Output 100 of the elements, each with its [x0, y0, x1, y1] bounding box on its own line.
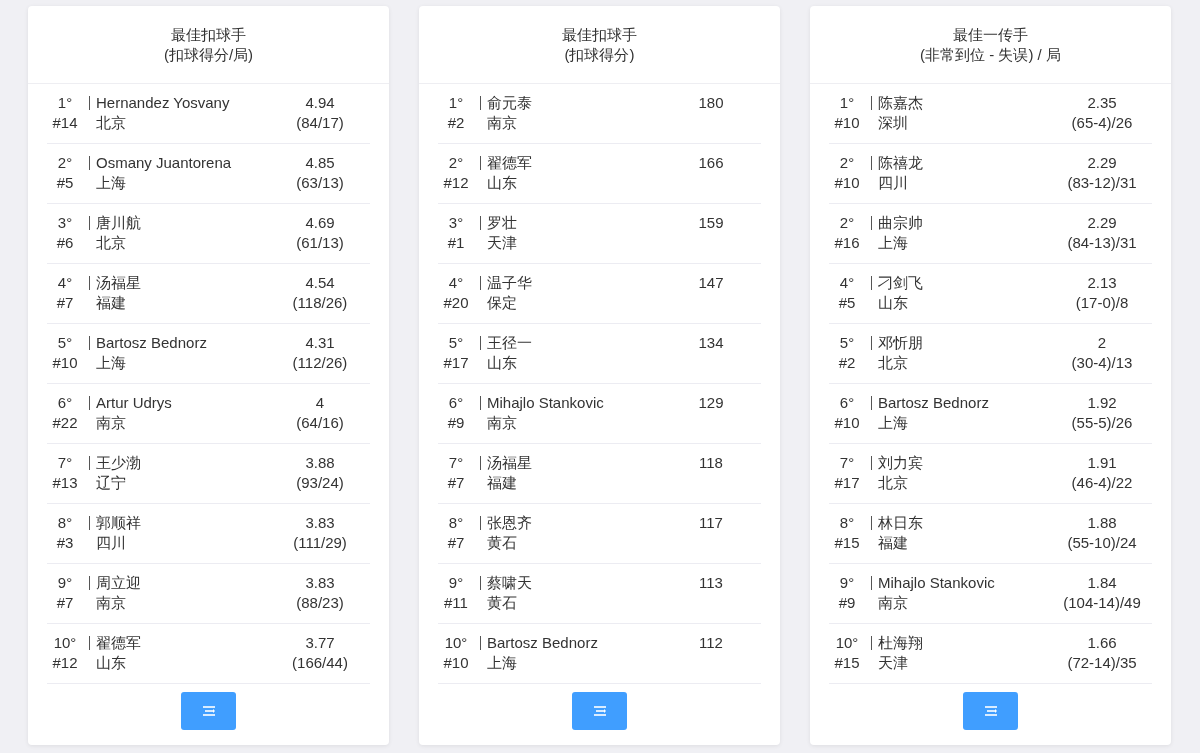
stat-value: 4.94 [304, 93, 336, 113]
list-icon [202, 706, 215, 716]
player-name: 张恩齐 [487, 513, 532, 533]
player-name: 蔡啸天 [487, 573, 532, 593]
jersey-number: #15 [833, 533, 861, 553]
rank-label: 4° [447, 273, 465, 293]
jersey-number: #10 [51, 353, 79, 373]
stat-detail: (111/29) [292, 533, 348, 553]
jersey-number: #12 [442, 173, 470, 193]
stat-detail: (166/44) [291, 653, 349, 673]
stat-value: 3.83 [304, 513, 336, 533]
stat-value: 4.54 [304, 273, 336, 293]
stat-detail: (118/26) [291, 293, 349, 313]
stat-detail: (72-14)/35 [1066, 653, 1138, 673]
stat-value: 2.35 [1086, 93, 1118, 113]
stat-value: 118 [698, 453, 724, 473]
player-name: 罗壮 [487, 213, 517, 233]
rank-label: 5° [447, 333, 465, 353]
jersey-number: #2 [446, 113, 466, 133]
player-name: 唐川航 [96, 213, 141, 233]
player-name: Mihajlo Stankovic [878, 573, 995, 593]
jersey-number: #10 [442, 653, 470, 673]
rank-label: 2° [56, 153, 74, 173]
expand-button[interactable] [963, 692, 1018, 730]
jersey-number: #7 [446, 473, 466, 493]
rank-label: 6° [838, 393, 856, 413]
rank-label: 6° [56, 393, 74, 413]
jersey-number: #11 [443, 593, 469, 613]
rank-label: 1° [56, 93, 74, 113]
jersey-number: #2 [837, 353, 857, 373]
rank-label: 5° [56, 333, 74, 353]
team-name: 天津 [877, 653, 909, 673]
team-name: 南京 [95, 593, 127, 613]
stat-value: 134 [697, 333, 725, 353]
rank-label: 9° [447, 573, 465, 593]
jersey-number: #10 [833, 173, 861, 193]
team-name: 山东 [486, 353, 518, 373]
team-name: 天津 [486, 233, 518, 253]
stat-detail: (30-4)/13 [1070, 353, 1134, 373]
player-name: Artur Udrys [96, 393, 172, 413]
stat-value: 2.13 [1086, 273, 1118, 293]
team-name: 上海 [877, 413, 909, 433]
stat-detail: (55-10)/24 [1066, 533, 1138, 553]
team-name: 南京 [486, 113, 518, 133]
stat-value: 1.88 [1086, 513, 1118, 533]
stat-value: 159 [697, 213, 725, 233]
stat-value: 4.31 [304, 333, 336, 353]
expand-button[interactable] [181, 692, 236, 730]
player-name: 刘力宾 [878, 453, 923, 473]
team-name: 黄石 [486, 533, 518, 553]
team-name: 福建 [877, 533, 909, 553]
player-name: 汤福星 [96, 273, 141, 293]
team-name: 深圳 [877, 113, 909, 133]
team-name: 四川 [95, 533, 127, 553]
stat-detail: (84-13)/31 [1066, 233, 1138, 253]
stat-value: 113 [698, 573, 724, 593]
player-name: 郭顺祥 [96, 513, 141, 533]
rank-label: 4° [838, 273, 856, 293]
stat-detail: (17-0)/8 [1074, 293, 1130, 313]
jersey-number: #13 [51, 473, 79, 493]
jersey-number: #20 [442, 293, 470, 313]
stat-value: 4.69 [304, 213, 336, 233]
rank-label: 6° [447, 393, 465, 413]
player-name: 翟德军 [487, 153, 532, 173]
stat-value: 1.66 [1086, 633, 1118, 653]
player-name: 温子华 [487, 273, 532, 293]
stat-value: 166 [697, 153, 725, 173]
expand-button[interactable] [572, 692, 627, 730]
rank-label: 3° [447, 213, 465, 233]
stat-value: 3.83 [304, 573, 336, 593]
player-name: 邓忻朋 [878, 333, 923, 353]
stat-value: 1.92 [1086, 393, 1118, 413]
player-name: Hernandez Yosvany [96, 93, 230, 113]
rank-label: 9° [838, 573, 856, 593]
team-name: 山东 [95, 653, 127, 673]
jersey-number: #22 [51, 413, 79, 433]
stat-value: 4.85 [304, 153, 336, 173]
rank-label: 9° [56, 573, 74, 593]
jersey-number: #7 [446, 533, 466, 553]
rank-label: 1° [838, 93, 856, 113]
rank-label: 10° [834, 633, 860, 653]
player-name: 周立迎 [96, 573, 141, 593]
jersey-number: #10 [833, 113, 861, 133]
stat-detail: (93/24) [295, 473, 345, 493]
stat-value: 129 [697, 393, 725, 413]
team-name: 上海 [877, 233, 909, 253]
rank-label: 7° [447, 453, 465, 473]
stat-detail: (65-4)/26 [1070, 113, 1134, 133]
team-name: 福建 [95, 293, 127, 313]
team-name: 上海 [95, 173, 127, 193]
jersey-number: #1 [446, 233, 466, 253]
stat-detail: (104-14)/49 [1062, 593, 1142, 613]
team-name: 山东 [486, 173, 518, 193]
team-name: 山东 [877, 293, 909, 313]
rank-label: 2° [838, 153, 856, 173]
rank-label: 1° [447, 93, 465, 113]
player-name: 俞元泰 [487, 93, 532, 113]
jersey-number: #16 [833, 233, 861, 253]
jersey-number: #3 [55, 533, 75, 553]
rank-label: 2° [838, 213, 856, 233]
